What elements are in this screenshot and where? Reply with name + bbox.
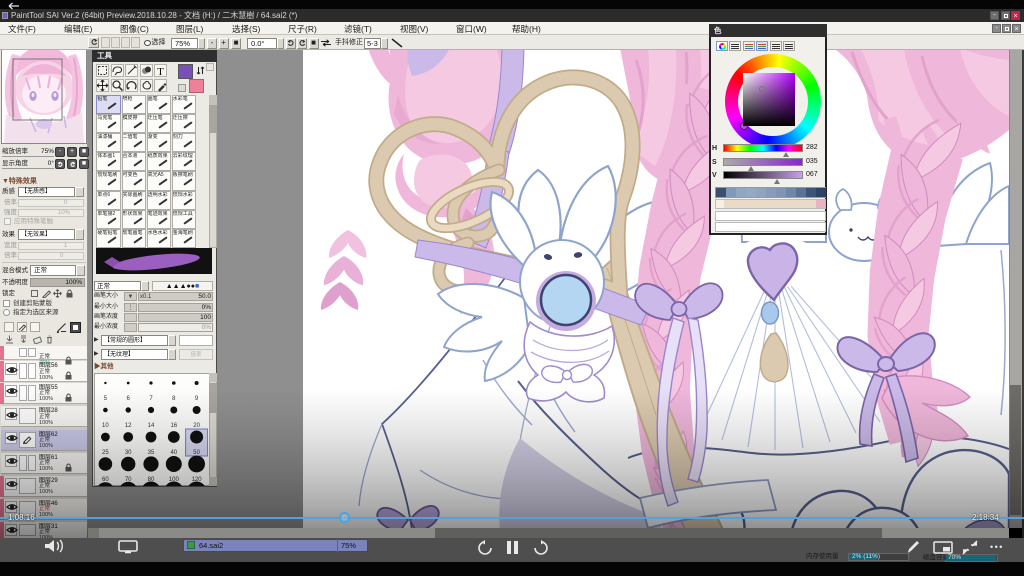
svg-text:16: 16 <box>170 423 177 429</box>
svg-text:12: 12 <box>125 423 132 429</box>
svg-text:7: 7 <box>149 396 153 402</box>
svg-text:35: 35 <box>148 450 155 456</box>
svg-text:T: T <box>157 66 164 77</box>
svg-text:14: 14 <box>148 423 155 429</box>
svg-text:20: 20 <box>193 423 200 429</box>
svg-text:10: 10 <box>102 423 109 429</box>
svg-text:25: 25 <box>102 450 109 456</box>
svg-text:5: 5 <box>104 396 108 402</box>
svg-text:50: 50 <box>193 450 200 456</box>
svg-text:40: 40 <box>170 450 177 456</box>
svg-text:6: 6 <box>127 396 131 402</box>
svg-text:30: 30 <box>125 450 132 456</box>
svg-text:9: 9 <box>195 396 199 402</box>
svg-text:60: 60 <box>102 477 109 483</box>
svg-text:8: 8 <box>172 396 176 402</box>
